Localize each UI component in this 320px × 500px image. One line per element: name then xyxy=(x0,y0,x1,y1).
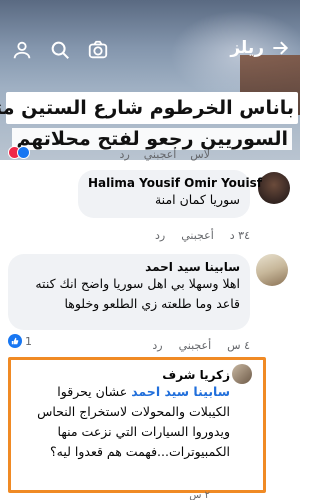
comment-actions: ٤ س أعجبني رد xyxy=(152,339,250,352)
camera-icon[interactable] xyxy=(86,38,110,62)
reply-link[interactable]: رد xyxy=(152,339,162,352)
like-link[interactable]: أعجبني xyxy=(144,148,177,161)
video-caption-line-2: السوريين رجعو لفتح محلاتهم xyxy=(12,128,292,150)
comment-text-line: الكمبيوترات...فهمت هم قعدوا ليه؟ xyxy=(49,444,230,459)
comment-text-line: اهلا وسهلا بي اهل سوريا واضح انك كنته xyxy=(35,276,240,291)
comment-actions: ٢ س xyxy=(189,490,210,500)
comment-bubble: Halima Yousif Omir Youisf سوريا كمان امن… xyxy=(78,170,262,218)
comment-time: ٤ س xyxy=(227,339,250,352)
reply-link[interactable]: رد xyxy=(155,229,165,242)
avatar[interactable] xyxy=(256,254,288,286)
header-actions xyxy=(10,38,110,62)
comment-time: لاس xyxy=(190,148,210,161)
reaction-count[interactable]: 1 xyxy=(8,334,32,348)
comment-text-line: قاعد وما طلعته زي الطلعو وخلوها xyxy=(64,296,240,311)
comment-time: ٣٤ د xyxy=(229,229,250,242)
avatar[interactable] xyxy=(258,172,290,204)
profile-icon[interactable] xyxy=(10,38,34,62)
like-icon xyxy=(8,334,22,348)
comment-author[interactable]: سابينا سيد احمد xyxy=(18,260,240,274)
comment-text: سوريا كمان امنة xyxy=(154,192,240,207)
reels-title: ريلز xyxy=(230,38,264,58)
like-link[interactable]: أعجبني xyxy=(179,339,212,352)
comment-bubble: زكريا شرف سابينا سيد احمد عشان يحرقوا ال… xyxy=(16,364,260,484)
comment-actions: ٣٤ د أعجبني رد xyxy=(155,229,250,242)
video-caption-line-1: باناس الخرطوم شارع الستين متين xyxy=(0,92,298,124)
comment-text-line: ويدوروا السيارات التي نزعت منها xyxy=(57,424,230,439)
comment-author[interactable]: زكريا شرف xyxy=(22,368,230,382)
comment-text-line: سابينا سيد احمد عشان يحرقوا xyxy=(57,384,230,399)
mention-link[interactable]: سابينا سيد احمد xyxy=(131,384,230,399)
reels-back-nav[interactable]: ريلز xyxy=(230,38,290,58)
previous-comment-meta: رد أعجبني لاس xyxy=(8,148,210,161)
arrow-right-icon xyxy=(273,41,289,55)
comment-text-line: الكيبلات والمحولات لاستخراج النحاس xyxy=(37,404,230,419)
comment-bubble: سابينا سيد احمد اهلا وسهلا بي اهل سوريا … xyxy=(8,254,250,330)
search-icon[interactable] xyxy=(48,38,72,62)
comment-author[interactable]: Halima Yousif Omir Youisf xyxy=(88,176,262,190)
like-link[interactable]: أعجبني xyxy=(181,229,214,242)
reply-link[interactable]: رد xyxy=(120,148,130,161)
comment-time: ٢ س xyxy=(189,490,210,500)
